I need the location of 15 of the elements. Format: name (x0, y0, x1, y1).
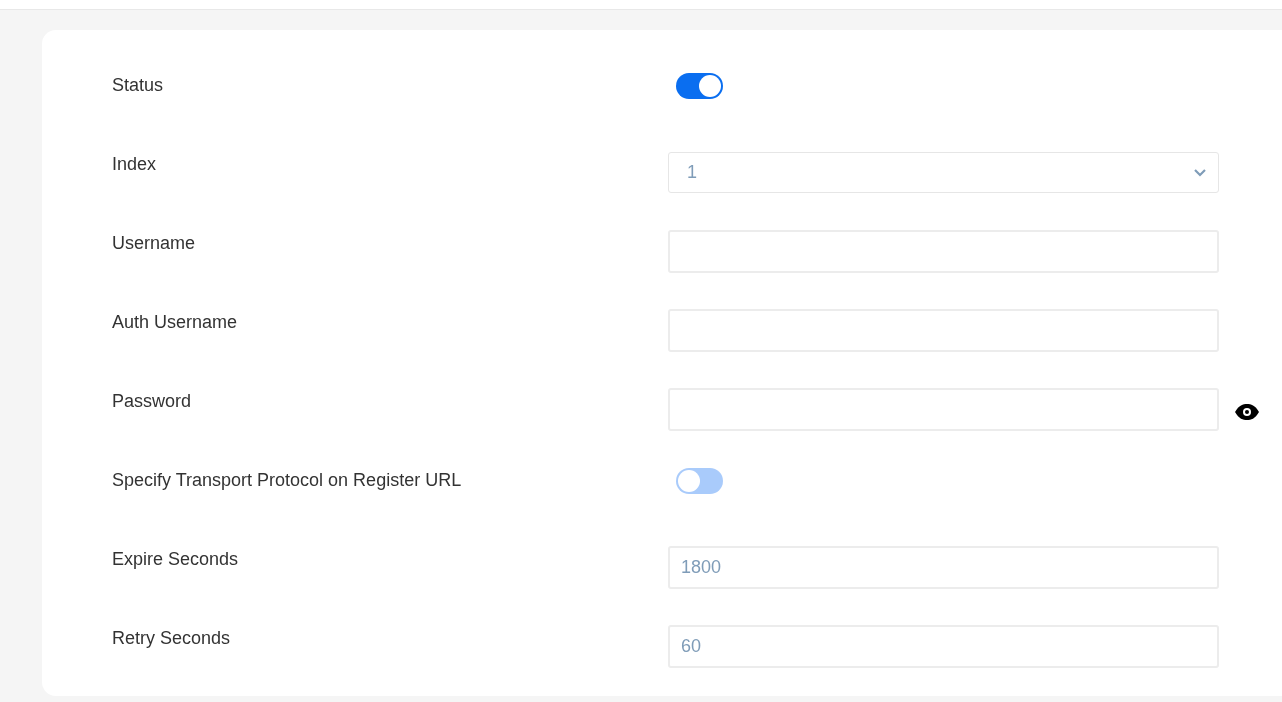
field-label: Index (112, 153, 158, 176)
eye-icon[interactable] (1234, 402, 1260, 421)
field-label: Expire Seconds (112, 548, 240, 571)
field-label: Status (112, 74, 165, 97)
field-label: Username (112, 232, 197, 255)
toggle-switch[interactable] (676, 72, 723, 99)
field-label: Auth Username (112, 311, 239, 334)
input-field[interactable]: 1800 (668, 546, 1219, 589)
toggle-switch[interactable] (676, 467, 723, 494)
input-field[interactable]: 60 (668, 625, 1219, 668)
chevron-down-icon (1194, 168, 1206, 177)
field-label: Specify Transport Protocol on Register URL (112, 469, 463, 492)
field-label: Retry Seconds (112, 627, 232, 650)
field-label: Password (112, 390, 193, 413)
index-dropdown[interactable]: 1 (668, 152, 1219, 193)
